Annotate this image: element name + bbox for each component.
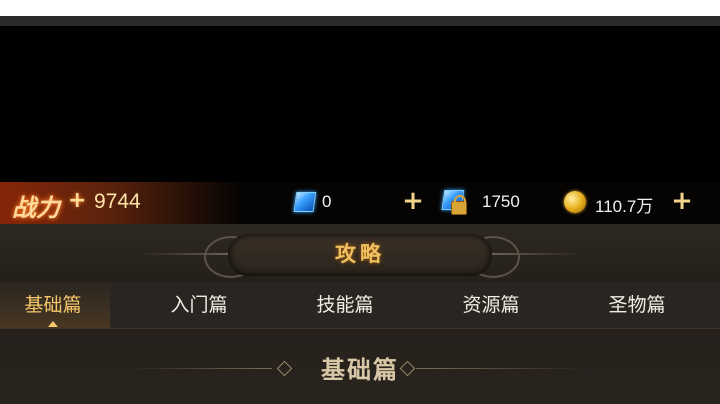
top-divider xyxy=(0,16,720,26)
tab-beginner[interactable]: 入门篇 xyxy=(146,282,252,328)
tab-skills[interactable]: 技能篇 xyxy=(292,282,398,328)
gold-coin-icon xyxy=(564,191,586,213)
section-title: 基础篇 xyxy=(321,355,399,384)
add-gem-button[interactable]: + xyxy=(401,188,425,214)
tab-bar: 基础篇 入门篇 技能篇 资源篇 圣物篇 xyxy=(0,282,720,329)
page-title: 攻略 xyxy=(335,241,385,266)
lock-icon xyxy=(451,195,467,215)
combat-power-label: 战力 xyxy=(12,193,60,222)
gem-count: 0 xyxy=(322,192,332,211)
combat-power-plus: + xyxy=(68,188,87,213)
title-bar: 攻略 xyxy=(0,224,720,282)
tab-relics[interactable]: 圣物篇 xyxy=(584,282,690,328)
status-strip xyxy=(0,0,720,16)
gold-count: 110.7万 xyxy=(595,197,654,216)
resource-bar: 战力 + 9744 0 + 1750 110.7万 + xyxy=(0,182,720,224)
add-gold-button[interactable]: + xyxy=(670,188,694,214)
tab-resources[interactable]: 资源篇 xyxy=(438,282,544,328)
active-tab-indicator xyxy=(48,321,58,327)
section-header: 基础篇 xyxy=(0,348,720,388)
blue-gem-icon xyxy=(292,190,317,212)
guide-panel: 攻略 基础篇 入门篇 技能篇 资源篇 圣物篇 基础篇 xyxy=(0,224,720,404)
game-scene-area xyxy=(0,26,720,182)
locked-gem-count: 1750 xyxy=(482,192,520,211)
combat-power-value: 9744 xyxy=(94,190,141,213)
